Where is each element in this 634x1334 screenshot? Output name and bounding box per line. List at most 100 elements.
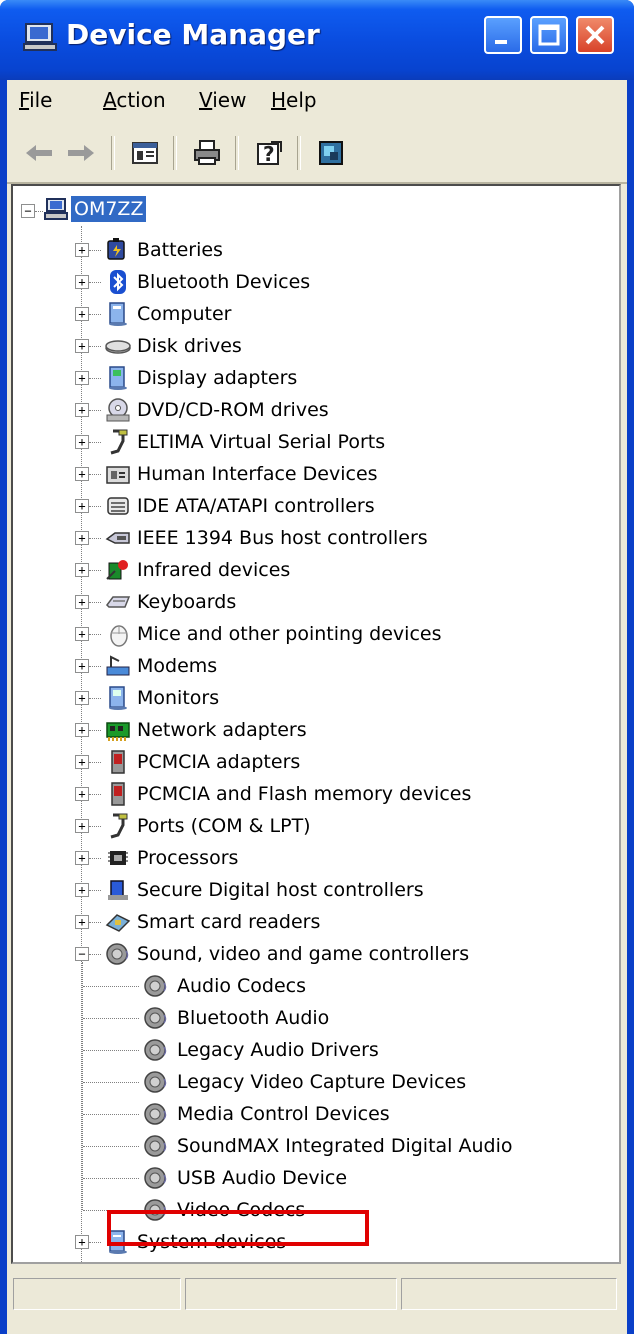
expand-icon[interactable]: + (75, 403, 89, 417)
menu-file[interactable]: File (19, 88, 52, 112)
tree-child-label[interactable]: SoundMAX Integrated Digital Audio (177, 1133, 512, 1159)
tree-item-label[interactable]: Monitors (137, 685, 219, 711)
menu-action[interactable]: Action (103, 88, 166, 112)
tree-connector (89, 634, 101, 635)
expand-icon[interactable]: + (75, 723, 89, 737)
expand-icon[interactable]: + (75, 1235, 89, 1249)
close-button[interactable] (576, 16, 614, 54)
svg-text:?: ? (263, 142, 275, 166)
expand-icon[interactable]: + (75, 275, 89, 289)
forward-button[interactable] (63, 136, 99, 170)
tree-connector (89, 442, 101, 443)
tree-item-label[interactable]: Computer (137, 301, 231, 327)
tree-connector (89, 282, 101, 283)
tree-connector (83, 1114, 139, 1115)
tree-connector (83, 1146, 139, 1147)
show-hide-tree-button[interactable] (127, 136, 163, 170)
tree-item-label[interactable]: Secure Digital host controllers (137, 877, 424, 903)
tree-connector (89, 602, 101, 603)
tree-root-label[interactable]: OM7ZZ (71, 196, 147, 222)
expand-icon[interactable]: + (75, 851, 89, 865)
expand-icon[interactable]: + (75, 563, 89, 577)
tree-item-label[interactable]: Batteries (137, 237, 223, 263)
tree-item-label[interactable]: PCMCIA and Flash memory devices (137, 781, 471, 807)
tree-child-label[interactable]: Legacy Audio Drivers (177, 1037, 379, 1063)
tree-item-label[interactable]: Infrared devices (137, 557, 290, 583)
sound-icon (144, 1103, 167, 1125)
usb-audio-highlight-box (107, 1210, 369, 1246)
tree-connector (89, 1242, 101, 1243)
tree-item-label[interactable]: Ports (COM & LPT) (137, 813, 311, 839)
device-manager-icon (23, 23, 57, 51)
tree-item-label[interactable]: Keyboards (137, 589, 236, 615)
tree-item-label[interactable]: Modems (137, 653, 217, 679)
expand-icon[interactable]: + (75, 435, 89, 449)
minimize-button[interactable] (484, 16, 522, 54)
collapse-icon[interactable]: − (21, 204, 35, 218)
mouse-icon (110, 625, 128, 647)
tree-connector (89, 826, 101, 827)
tree-child-label[interactable]: Legacy Video Capture Devices (177, 1069, 466, 1095)
expand-icon[interactable]: + (75, 883, 89, 897)
menu-view[interactable]: View (199, 88, 246, 112)
tree-connector (83, 1178, 139, 1179)
expand-icon[interactable]: + (75, 499, 89, 513)
tree-connector (89, 538, 101, 539)
tree-item-label[interactable]: Universal Serial Bus controllers (137, 1261, 433, 1262)
hid-icon (106, 466, 130, 484)
tree-item-label[interactable]: Smart card readers (137, 909, 320, 935)
disk-drive-icon (105, 340, 131, 354)
menu-help[interactable]: Help (271, 88, 317, 112)
tree-item-label[interactable]: IDE ATA/ATAPI controllers (137, 493, 375, 519)
expand-icon[interactable]: + (75, 691, 89, 705)
tree-item-label[interactable]: Bluetooth Devices (137, 269, 310, 295)
tree-item-label[interactable]: IEEE 1394 Bus host controllers (137, 525, 428, 551)
tree-child-label[interactable]: Audio Codecs (177, 973, 306, 999)
expand-icon[interactable]: + (75, 915, 89, 929)
toolbar: ? (7, 126, 627, 184)
tree-item-label[interactable]: Sound, video and game controllers (137, 941, 469, 967)
infrared-icon (106, 560, 128, 580)
expand-icon[interactable]: + (75, 467, 89, 481)
device-tree[interactable]: − OM7ZZ + Batteries + Bluetooth Devices + Com… (11, 184, 621, 1264)
expand-icon[interactable]: + (75, 595, 89, 609)
tree-item-label[interactable]: Human Interface Devices (137, 461, 378, 487)
print-button[interactable] (189, 136, 225, 170)
tree-item-label[interactable]: Disk drives (137, 333, 242, 359)
expand-icon[interactable]: + (75, 755, 89, 769)
expand-icon[interactable]: + (75, 371, 89, 385)
expand-icon[interactable]: + (75, 339, 89, 353)
tree-child-label[interactable]: Bluetooth Audio (177, 1005, 329, 1031)
tree-item-label[interactable]: DVD/CD-ROM drives (137, 397, 329, 423)
processor-icon (108, 851, 128, 865)
tree-item-label[interactable]: ELTIMA Virtual Serial Ports (137, 429, 385, 455)
help-button[interactable]: ? (251, 136, 287, 170)
expand-icon[interactable]: + (75, 787, 89, 801)
expand-icon[interactable]: + (75, 627, 89, 641)
tree-connector (89, 346, 101, 347)
expand-icon[interactable]: + (75, 819, 89, 833)
toolbar-separator (111, 136, 115, 170)
maximize-button[interactable] (530, 16, 568, 54)
title-bar[interactable]: Device Manager (0, 0, 634, 80)
sound-icon (144, 1135, 167, 1157)
properties-button[interactable] (313, 136, 349, 170)
tree-item-label[interactable]: Network adapters (137, 717, 307, 743)
tree-child-label[interactable]: Media Control Devices (177, 1101, 390, 1127)
usb-icon (105, 1261, 131, 1264)
expand-icon[interactable]: + (75, 531, 89, 545)
expand-icon[interactable]: + (75, 659, 89, 673)
expand-icon[interactable]: + (75, 307, 89, 321)
tree-item-label[interactable]: PCMCIA adapters (137, 749, 300, 775)
cdrom-icon (106, 398, 130, 422)
tree-item-label[interactable]: Processors (137, 845, 238, 871)
tree-item-label[interactable]: Mice and other pointing devices (137, 621, 441, 647)
status-cell-3 (401, 1278, 617, 1310)
collapse-icon[interactable]: − (75, 947, 89, 961)
back-button[interactable] (21, 136, 57, 170)
port-icon (110, 429, 128, 455)
sd-controller-icon (108, 880, 128, 900)
tree-item-label[interactable]: Display adapters (137, 365, 297, 391)
usb-audio-device-label[interactable]: USB Audio Device (177, 1165, 347, 1191)
expand-icon[interactable]: + (75, 243, 89, 257)
